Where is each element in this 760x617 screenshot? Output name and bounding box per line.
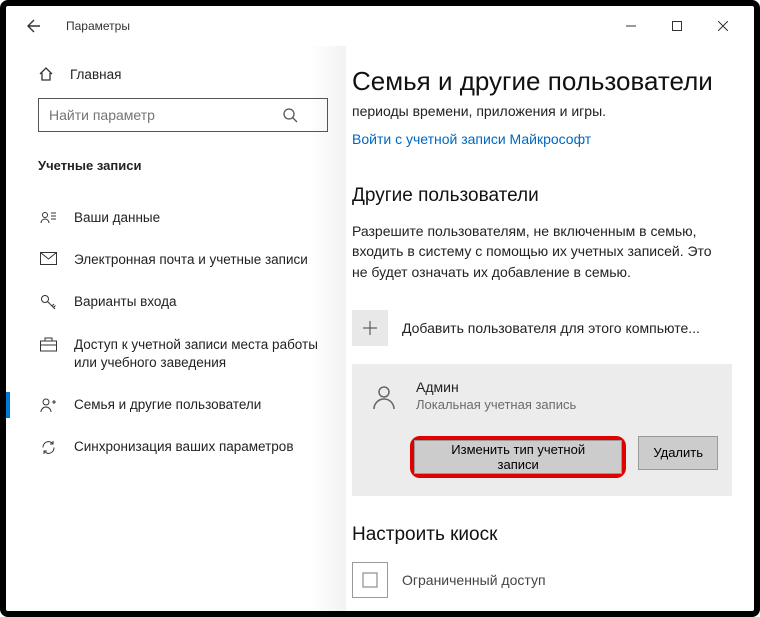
back-arrow-icon: [26, 18, 42, 34]
your-info-icon: [38, 209, 58, 227]
add-user-row[interactable]: Добавить пользователя для этого компьюте…: [352, 310, 732, 346]
nav-label: Синхронизация ваших параметров: [74, 438, 294, 456]
kiosk-row[interactable]: Ограниченный доступ: [352, 562, 732, 598]
other-users-desc: Разрешите пользователям, не включенным в…: [352, 221, 722, 282]
close-icon: [718, 21, 728, 31]
nav-label: Ваши данные: [74, 209, 160, 227]
add-user-label: Добавить пользователя для этого компьюте…: [402, 320, 700, 336]
sidebar-item-family[interactable]: Семья и другие пользователи: [22, 384, 338, 426]
kiosk-icon: [352, 562, 388, 598]
sync-icon: [38, 438, 58, 456]
sidebar-item-signin-options[interactable]: Варианты входа: [22, 281, 338, 323]
minimize-button[interactable]: [608, 10, 654, 42]
user-card: Админ Локальная учетная запись Изменить …: [352, 364, 732, 496]
home-label: Главная: [70, 67, 121, 82]
nav-label: Доступ к учетной записи места работы или…: [74, 336, 324, 372]
nav-label: Варианты входа: [74, 293, 177, 311]
page-subtext: периоды времени, приложения и игры.: [352, 103, 732, 119]
search-box: [38, 98, 328, 132]
email-icon: [38, 251, 58, 265]
sidebar-item-your-info[interactable]: Ваши данные: [22, 197, 338, 239]
briefcase-icon: [38, 336, 58, 352]
family-icon: [38, 396, 58, 414]
window-title: Параметры: [66, 19, 130, 33]
key-icon: [38, 293, 58, 311]
page-title: Семья и другие пользователи: [352, 66, 732, 97]
kiosk-heading: Настроить киоск: [352, 524, 732, 546]
sidebar-item-work-access[interactable]: Доступ к учетной записи места работы или…: [22, 324, 338, 384]
main-content: Семья и другие пользователи периоды врем…: [346, 46, 754, 611]
sidebar-item-email[interactable]: Электронная почта и учетные записи: [22, 239, 338, 281]
back-button[interactable]: [18, 10, 50, 42]
titlebar: Параметры: [6, 6, 754, 46]
section-heading: Учетные записи: [38, 158, 328, 173]
nav-label: Семья и другие пользователи: [74, 396, 261, 414]
user-type: Локальная учетная запись: [416, 397, 576, 412]
signin-link[interactable]: Войти с учетной записи Майкрософт: [352, 131, 591, 147]
close-button[interactable]: [700, 10, 746, 42]
nav-list: Ваши данные Электронная почта и учетные …: [22, 197, 338, 469]
home-nav[interactable]: Главная: [22, 58, 338, 92]
window-controls: [608, 10, 746, 42]
delete-user-button[interactable]: Удалить: [638, 436, 718, 470]
user-name: Админ: [416, 379, 576, 395]
sidebar-item-sync[interactable]: Синхронизация ваших параметров: [22, 426, 338, 468]
other-users-heading: Другие пользователи: [352, 185, 732, 207]
minimize-icon: [626, 21, 636, 31]
home-icon: [38, 66, 54, 82]
nav-label: Электронная почта и учетные записи: [74, 251, 308, 269]
highlight-annotation: Изменить тип учетной записи: [410, 436, 626, 478]
user-header[interactable]: Админ Локальная учетная запись: [366, 378, 718, 414]
maximize-icon: [672, 21, 682, 31]
search-icon: [282, 107, 298, 123]
change-account-type-button[interactable]: Изменить тип учетной записи: [414, 440, 622, 474]
sidebar: Главная Учетные записи Ваши данные: [6, 46, 346, 611]
avatar-icon: [366, 378, 402, 414]
settings-window: Параметры Главная: [0, 0, 760, 617]
maximize-button[interactable]: [654, 10, 700, 42]
plus-icon: [352, 310, 388, 346]
kiosk-label: Ограниченный доступ: [402, 572, 546, 588]
